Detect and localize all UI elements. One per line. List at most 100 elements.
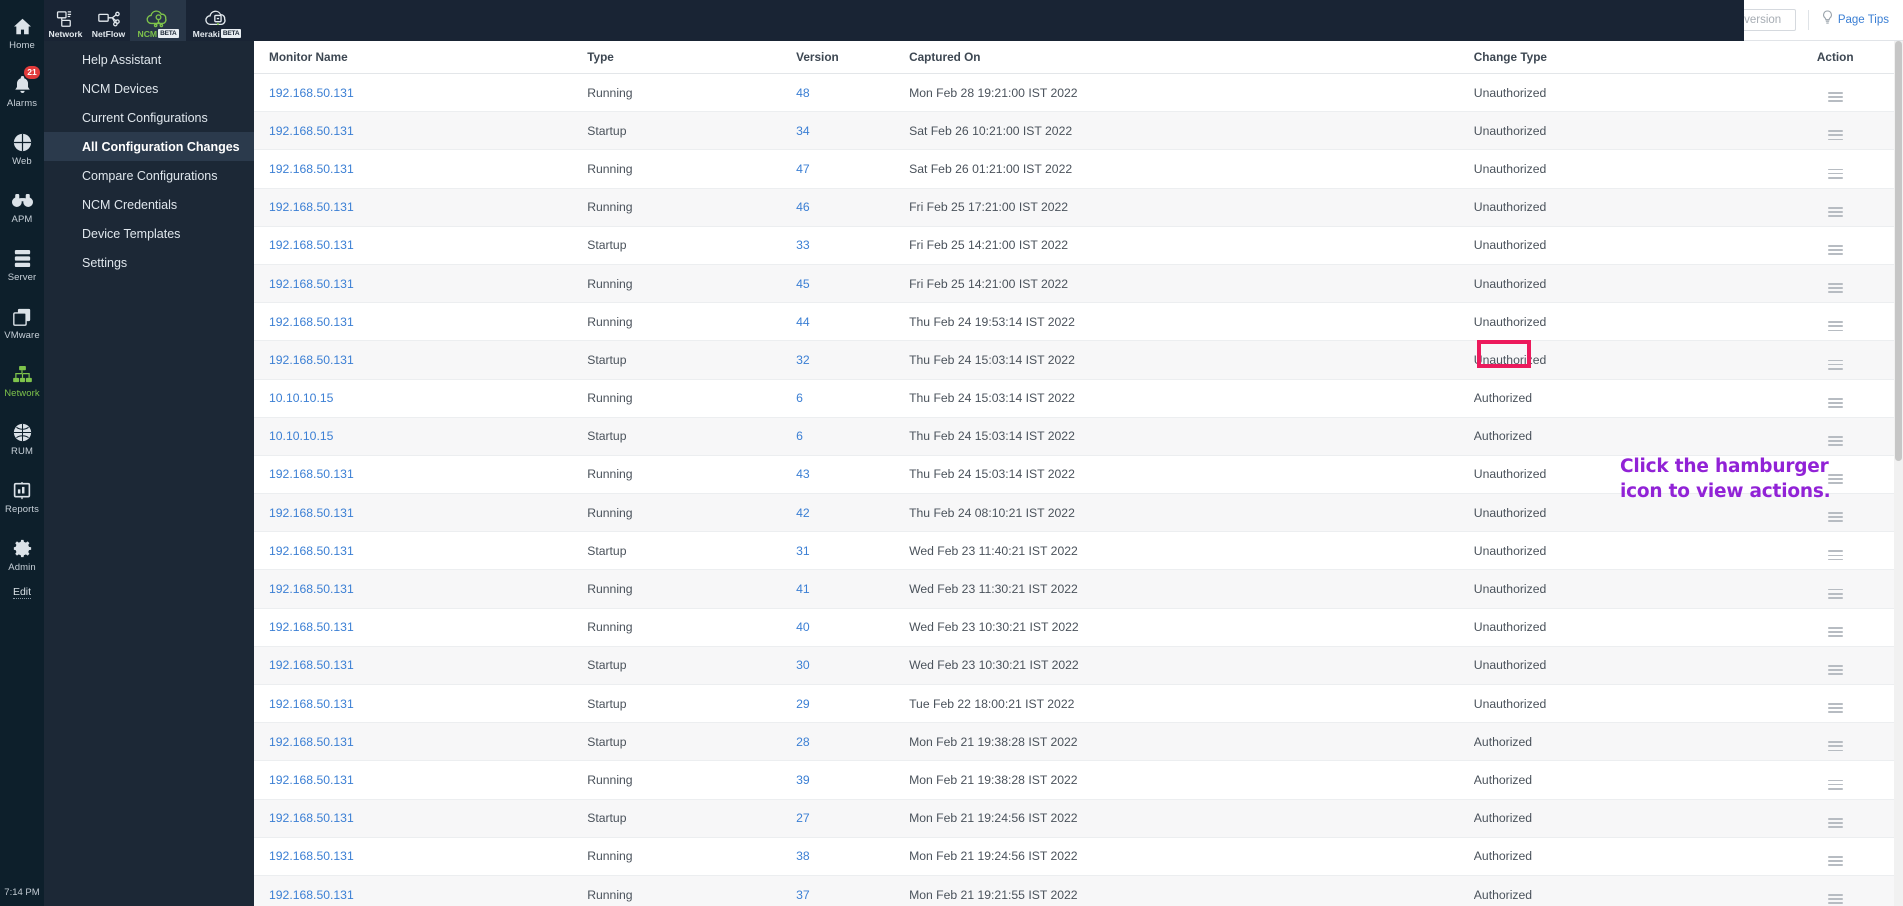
version-link[interactable]: 32 [796,353,810,367]
hamburger-icon[interactable] [1828,130,1843,140]
version-link[interactable]: 30 [796,658,810,672]
version-link[interactable]: 37 [796,888,810,902]
column-header-type[interactable]: Type [587,41,796,74]
submenu-item-settings[interactable]: Settings [44,248,254,277]
rail-item-vmware[interactable]: VMware [0,294,44,352]
rail-edit-button[interactable]: Edit [13,586,31,599]
monitor-name-link[interactable]: 192.168.50.131 [269,506,354,520]
submenu-item-all-configuration-changes[interactable]: All Configuration Changes [44,132,254,161]
version-link[interactable]: 6 [796,429,803,443]
monitor-name-link[interactable]: 192.168.50.131 [269,238,354,252]
hamburger-icon[interactable] [1828,398,1843,408]
monitor-name-link[interactable]: 10.10.10.15 [269,391,333,405]
column-header-monitor-name[interactable]: Monitor Name [254,41,587,74]
version-link[interactable]: 39 [796,773,810,787]
hamburger-icon[interactable] [1828,92,1843,102]
submenu-item-current-configurations[interactable]: Current Configurations [44,103,254,132]
submenu-item-ncm-devices[interactable]: NCM Devices [44,74,254,103]
monitor-name-link[interactable]: 192.168.50.131 [269,658,354,672]
monitor-name-link[interactable]: 192.168.50.131 [269,888,354,902]
monitor-name-link[interactable]: 192.168.50.131 [269,124,354,138]
table-row: 192.168.50.131Running37Mon Feb 21 19:21:… [254,875,1903,906]
hamburger-icon[interactable] [1828,512,1843,522]
rail-item-alarms[interactable]: 21 Alarms [0,62,44,120]
hamburger-icon[interactable] [1828,589,1843,599]
cell-captured-on: Thu Feb 24 19:53:14 IST 2022 [909,303,1474,341]
version-link[interactable]: 38 [796,849,810,863]
hamburger-icon[interactable] [1828,169,1843,179]
hamburger-icon[interactable] [1828,550,1843,560]
rail-item-home[interactable]: Home [0,4,44,62]
hamburger-icon[interactable] [1828,436,1843,446]
monitor-name-link[interactable]: 192.168.50.131 [269,811,354,825]
column-header-captured-on[interactable]: Captured On [909,41,1474,74]
monitor-name-link[interactable]: 192.168.50.131 [269,544,354,558]
submenu-item-device-templates[interactable]: Device Templates [44,219,254,248]
version-link[interactable]: 44 [796,315,810,329]
version-link[interactable]: 48 [796,86,810,100]
column-header-version[interactable]: Version [796,41,909,74]
version-link[interactable]: 29 [796,697,810,711]
hamburger-icon[interactable] [1828,627,1843,637]
rail-item-reports[interactable]: Reports [0,468,44,526]
rail-item-rum[interactable]: RUM [0,410,44,468]
rail-item-network[interactable]: Network [0,352,44,410]
monitor-name-link[interactable]: 10.10.10.15 [269,429,333,443]
rail-item-admin[interactable]: Admin [0,526,44,584]
hamburger-icon[interactable] [1828,207,1843,217]
version-link[interactable]: 42 [796,506,810,520]
version-link[interactable]: 28 [796,735,810,749]
topnav-item-meraki[interactable]: Meraki BETA [186,0,248,41]
vertical-scrollbar[interactable] [1894,41,1903,906]
monitor-name-link[interactable]: 192.168.50.131 [269,467,354,481]
topnav-item-ncm[interactable]: NCM BETA [130,0,186,41]
hamburger-icon[interactable] [1828,474,1843,484]
version-link[interactable]: 34 [796,124,810,138]
hamburger-icon[interactable] [1828,360,1843,370]
hamburger-icon[interactable] [1828,703,1843,713]
scrollbar-thumb[interactable] [1895,41,1902,461]
submenu-item-ncm-credentials[interactable]: NCM Credentials [44,190,254,219]
monitor-name-link[interactable]: 192.168.50.131 [269,582,354,596]
version-link[interactable]: 27 [796,811,810,825]
hamburger-icon[interactable] [1828,321,1843,331]
version-link[interactable]: 33 [796,238,810,252]
version-link[interactable]: 47 [796,162,810,176]
column-header-change-type[interactable]: Change Type [1474,41,1768,74]
hamburger-icon[interactable] [1828,894,1843,904]
monitor-name-link[interactable]: 192.168.50.131 [269,620,354,634]
monitor-name-link[interactable]: 192.168.50.131 [269,735,354,749]
page-tips-button[interactable]: Page Tips [1821,10,1889,30]
rail-item-server[interactable]: Server [0,236,44,294]
hamburger-icon[interactable] [1828,741,1843,751]
monitor-name-link[interactable]: 192.168.50.131 [269,162,354,176]
hamburger-icon[interactable] [1828,245,1843,255]
version-link[interactable]: 6 [796,391,803,405]
monitor-name-link[interactable]: 192.168.50.131 [269,86,354,100]
version-link[interactable]: 41 [796,582,810,596]
rail-item-web[interactable]: Web [0,120,44,178]
hamburger-icon[interactable] [1828,283,1843,293]
submenu-item-help-assistant[interactable]: Help Assistant [44,45,254,74]
submenu-item-compare-configurations[interactable]: Compare Configurations [44,161,254,190]
version-link[interactable]: 40 [796,620,810,634]
monitor-name-link[interactable]: 192.168.50.131 [269,277,354,291]
topnav-item-network[interactable]: Network [44,0,87,41]
monitor-name-link[interactable]: 192.168.50.131 [269,697,354,711]
hamburger-icon[interactable] [1828,665,1843,675]
version-link[interactable]: 46 [796,200,810,214]
hamburger-icon[interactable] [1828,856,1843,866]
rail-item-apm[interactable]: APM [0,178,44,236]
version-link[interactable]: 45 [796,277,810,291]
topnav-item-netflow[interactable]: NetFlow [87,0,130,41]
ncm-submenu: Help Assistant NCM Devices Current Confi… [44,41,254,277]
version-link[interactable]: 43 [796,467,810,481]
version-link[interactable]: 31 [796,544,810,558]
hamburger-icon[interactable] [1828,780,1843,790]
monitor-name-link[interactable]: 192.168.50.131 [269,200,354,214]
monitor-name-link[interactable]: 192.168.50.131 [269,353,354,367]
monitor-name-link[interactable]: 192.168.50.131 [269,849,354,863]
monitor-name-link[interactable]: 192.168.50.131 [269,315,354,329]
monitor-name-link[interactable]: 192.168.50.131 [269,773,354,787]
hamburger-icon[interactable] [1828,818,1843,828]
